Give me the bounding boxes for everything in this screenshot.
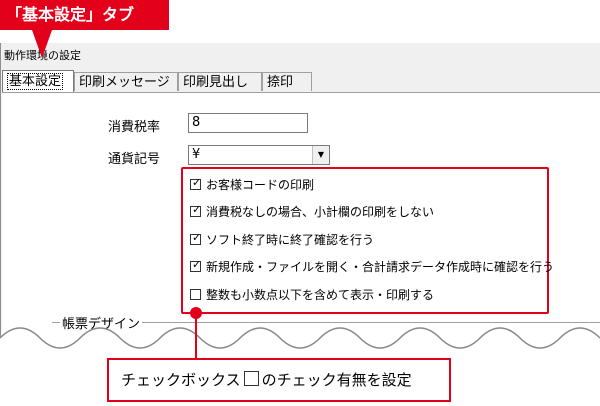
bottom-callout-text-b: のチェック有無を設定 — [261, 371, 412, 389]
top-callout-pointer — [32, 30, 52, 58]
bottom-callout: チェックボックス のチェック有無を設定 — [107, 358, 451, 402]
tab-kihon-settei[interactable]: 基本設定 — [2, 70, 74, 92]
checkbox-icon — [243, 371, 259, 386]
bottom-callout-text-a: チェックボックス — [121, 371, 241, 389]
top-callout: 「基本設定」タブ — [0, 0, 169, 30]
tab-kihon-label: 基本設定 — [7, 73, 64, 90]
annotation-overlay — [0, 30, 600, 406]
bottom-callout-dot — [190, 307, 202, 319]
